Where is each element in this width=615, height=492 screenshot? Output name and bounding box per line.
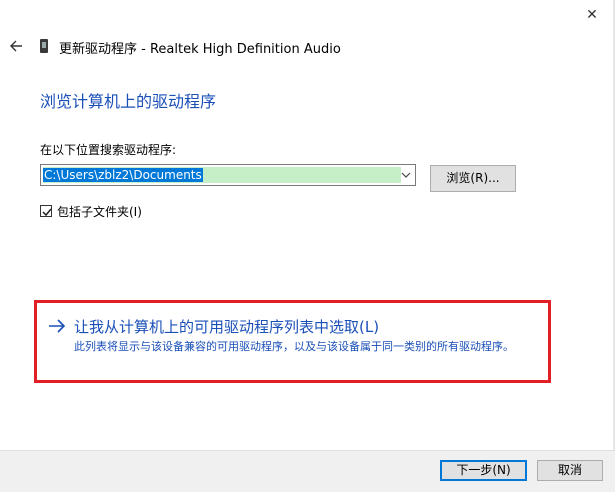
- pick-from-list-link[interactable]: 让我从计算机上的可用驱动程序列表中选取(L): [74, 316, 379, 337]
- pick-from-list-description[interactable]: 此列表将显示与该设备兼容的可用驱动程序，以及与该设备属于同一类别的所有驱动程序。: [74, 339, 544, 355]
- back-arrow-icon[interactable]: [8, 37, 26, 55]
- browse-button[interactable]: 浏览(R)...: [430, 165, 516, 192]
- include-subfolders-label[interactable]: 包括子文件夹(I): [57, 203, 142, 220]
- next-button[interactable]: 下一步(N): [440, 460, 527, 481]
- close-icon[interactable]: ✕: [583, 6, 601, 24]
- window-title: 更新驱动程序 - Realtek High Definition Audio: [59, 42, 341, 57]
- search-location-label: 在以下位置搜索驱动程序:: [40, 143, 177, 157]
- device-icon: [40, 39, 48, 53]
- chevron-down-icon[interactable]: [399, 167, 413, 183]
- path-combobox[interactable]: C:\Users\zblz2\Documents: [40, 164, 416, 186]
- page-heading: 浏览计算机上的驱动程序: [40, 92, 217, 111]
- path-input-value[interactable]: C:\Users\zblz2\Documents: [43, 168, 203, 182]
- arrow-right-icon[interactable]: [48, 318, 66, 334]
- cancel-button[interactable]: 取消: [537, 460, 603, 481]
- include-subfolders-checkbox[interactable]: [40, 205, 52, 217]
- checkmark-icon: [42, 208, 52, 217]
